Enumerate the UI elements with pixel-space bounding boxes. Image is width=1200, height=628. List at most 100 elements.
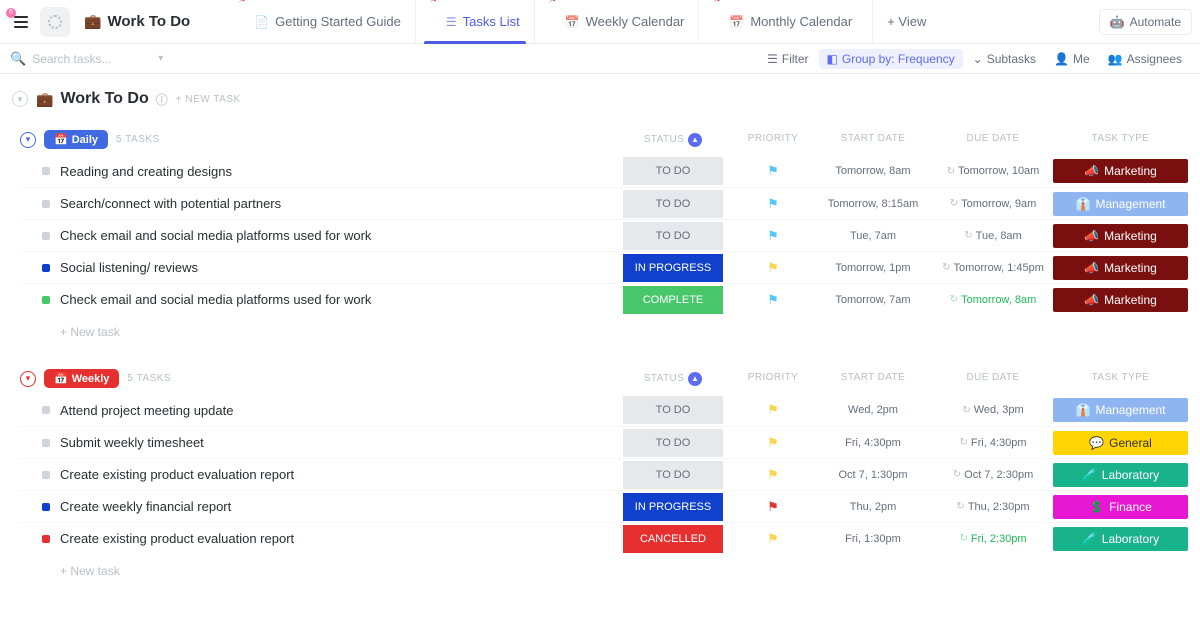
group-badge[interactable]: 📅Weekly xyxy=(44,369,119,388)
start-date-cell[interactable]: Wed, 2pm xyxy=(813,404,933,416)
collapse-all-button[interactable]: ▾ xyxy=(12,91,28,107)
task-type-pill[interactable]: 💬General xyxy=(1053,431,1188,455)
task-type-pill[interactable]: 💲Finance xyxy=(1053,495,1188,519)
new-task-button[interactable]: + New task xyxy=(20,554,1188,578)
priority-cell[interactable]: ⚑ xyxy=(733,499,813,515)
col-status[interactable]: STATUS ▲ xyxy=(613,133,733,147)
due-date-cell[interactable]: ↻Tomorrow, 9am xyxy=(933,198,1053,210)
due-date-cell[interactable]: ↻Oct 7, 2:30pm xyxy=(933,469,1053,481)
start-date-cell[interactable]: Oct 7, 1:30pm xyxy=(813,469,933,481)
task-type-pill[interactable]: 👔Management xyxy=(1053,192,1188,216)
start-date-cell[interactable]: Thu, 2pm xyxy=(813,501,933,513)
task-row[interactable]: Attend project meeting update TO DO ⚑Wed, … xyxy=(20,394,1188,426)
priority-cell[interactable]: ⚑ xyxy=(733,260,813,276)
group-collapse-button[interactable]: ▾ xyxy=(20,371,36,387)
search-input[interactable] xyxy=(32,52,152,66)
task-name[interactable]: Submit weekly timesheet xyxy=(60,435,613,450)
start-date-cell[interactable]: Fri, 4:30pm xyxy=(813,437,933,449)
sort-icon[interactable]: ▲ xyxy=(688,372,702,386)
status-pill[interactable]: TO DO xyxy=(623,396,723,424)
task-row[interactable]: Check email and social media platforms u… xyxy=(20,283,1188,315)
automate-button[interactable]: 🤖 Automate xyxy=(1099,9,1192,35)
task-row[interactable]: Social listening/ reviews IN PROGRESS ⚑Tom… xyxy=(20,251,1188,283)
task-name[interactable]: Create existing product evaluation repor… xyxy=(60,531,613,546)
page-header-title[interactable]: 💼 Work To Do xyxy=(76,13,198,30)
subtasks-button[interactable]: ⌄Subtasks xyxy=(965,49,1044,69)
task-row[interactable]: Create existing product evaluation repor… xyxy=(20,458,1188,490)
priority-cell[interactable]: ⚑ xyxy=(733,163,813,179)
task-name[interactable]: Reading and creating designs xyxy=(60,164,613,179)
task-row[interactable]: Create weekly financial reportIN PROGRES… xyxy=(20,490,1188,522)
tab-weekly-calendar[interactable]: 📌📅Weekly Calendar xyxy=(534,0,699,43)
task-type-pill[interactable]: 👔Management xyxy=(1053,398,1188,422)
assignees-button[interactable]: 👥Assignees xyxy=(1100,49,1190,69)
col-priority[interactable]: PRIORITY xyxy=(733,372,813,386)
status-pill[interactable]: TO DO xyxy=(623,429,723,457)
task-row[interactable]: Create existing product evaluation repor… xyxy=(20,522,1188,554)
priority-cell[interactable]: ⚑ xyxy=(733,531,813,547)
col-due[interactable]: DUE DATE xyxy=(933,133,1053,147)
due-date-cell[interactable]: ↻Tomorrow, 10am xyxy=(933,165,1053,177)
search-group[interactable]: 🔍 ▾ xyxy=(10,51,163,67)
start-date-cell[interactable]: Fri, 1:30pm xyxy=(813,533,933,545)
me-button[interactable]: 👤Me xyxy=(1046,49,1098,69)
task-type-pill[interactable]: 📣Marketing xyxy=(1053,288,1188,312)
info-icon[interactable]: ⓘ xyxy=(156,91,168,108)
priority-cell[interactable]: ⚑ xyxy=(733,196,813,212)
add-view-button[interactable]: + View xyxy=(872,0,940,43)
menu-button[interactable]: 6 xyxy=(8,10,34,34)
priority-cell[interactable]: ⚑ xyxy=(733,292,813,308)
task-type-pill[interactable]: 📣Marketing xyxy=(1053,224,1188,248)
priority-cell[interactable]: ⚑ xyxy=(733,435,813,451)
group-badge[interactable]: 📅Daily xyxy=(44,130,108,149)
group-collapse-button[interactable]: ▾ xyxy=(20,132,36,148)
start-date-cell[interactable]: Tomorrow, 1pm xyxy=(813,262,933,274)
col-status[interactable]: STATUS ▲ xyxy=(613,372,733,386)
status-pill[interactable]: COMPLETE xyxy=(623,286,723,314)
col-due[interactable]: DUE DATE xyxy=(933,372,1053,386)
tab-monthly-calendar[interactable]: 📌📅Monthly Calendar xyxy=(698,0,866,43)
filter-button[interactable]: ☰Filter xyxy=(759,49,816,69)
col-type[interactable]: TASK TYPE xyxy=(1053,133,1188,147)
status-pill[interactable]: CANCELLED xyxy=(623,525,723,553)
start-date-cell[interactable]: Tomorrow, 7am xyxy=(813,294,933,306)
status-pill[interactable]: IN PROGRESS xyxy=(623,254,723,282)
new-task-button[interactable]: + New task xyxy=(20,315,1188,339)
task-type-pill[interactable]: 📣Marketing xyxy=(1053,159,1188,183)
status-pill[interactable]: IN PROGRESS xyxy=(623,493,723,521)
col-priority[interactable]: PRIORITY xyxy=(733,133,813,147)
task-type-pill[interactable]: 🧪Laboratory xyxy=(1053,527,1188,551)
due-date-cell[interactable]: ↻Thu, 2:30pm xyxy=(933,501,1053,513)
start-date-cell[interactable]: Tomorrow, 8am xyxy=(813,165,933,177)
task-row[interactable]: Search/connect with potential partners TO… xyxy=(20,187,1188,219)
task-row[interactable]: Submit weekly timesheet TO DO ⚑Fri, 4:30pm… xyxy=(20,426,1188,458)
status-pill[interactable]: TO DO xyxy=(623,190,723,218)
status-pill[interactable]: TO DO xyxy=(623,157,723,185)
task-type-pill[interactable]: 📣Marketing xyxy=(1053,256,1188,280)
task-name[interactable]: Check email and social media platforms u… xyxy=(60,228,613,243)
due-date-cell[interactable]: ↻Tomorrow, 1:45pm xyxy=(933,262,1053,274)
sort-icon[interactable]: ▲ xyxy=(688,133,702,147)
task-name[interactable]: Search/connect with potential partners xyxy=(60,196,613,211)
chevron-down-icon[interactable]: ▾ xyxy=(158,53,163,64)
task-name[interactable]: Social listening/ reviews xyxy=(60,260,613,275)
status-pill[interactable]: TO DO xyxy=(623,222,723,250)
task-name[interactable]: Attend project meeting update xyxy=(60,403,613,418)
list-title[interactable]: 💼 Work To Do ⓘ xyxy=(36,90,168,108)
tab-getting-started-guide[interactable]: 📌📄Getting Started Guide xyxy=(224,0,415,43)
task-name[interactable]: Create existing product evaluation repor… xyxy=(60,467,613,482)
new-task-header-button[interactable]: + NEW TASK xyxy=(176,94,241,105)
col-start[interactable]: START DATE xyxy=(813,133,933,147)
priority-cell[interactable]: ⚑ xyxy=(733,402,813,418)
col-type[interactable]: TASK TYPE xyxy=(1053,372,1188,386)
priority-cell[interactable]: ⚑ xyxy=(733,228,813,244)
priority-cell[interactable]: ⚑ xyxy=(733,467,813,483)
due-date-cell[interactable]: ↻Fri, 2:30pm xyxy=(933,533,1053,545)
due-date-cell[interactable]: ↻Tomorrow, 8am xyxy=(933,294,1053,306)
status-pill[interactable]: TO DO xyxy=(623,461,723,489)
start-date-cell[interactable]: Tue, 7am xyxy=(813,230,933,242)
tab-tasks-list[interactable]: 📌☰Tasks List xyxy=(415,0,534,43)
task-type-pill[interactable]: 🧪Laboratory xyxy=(1053,463,1188,487)
task-row[interactable]: Reading and creating designs TO DO ⚑Tomorr… xyxy=(20,155,1188,187)
col-start[interactable]: START DATE xyxy=(813,372,933,386)
